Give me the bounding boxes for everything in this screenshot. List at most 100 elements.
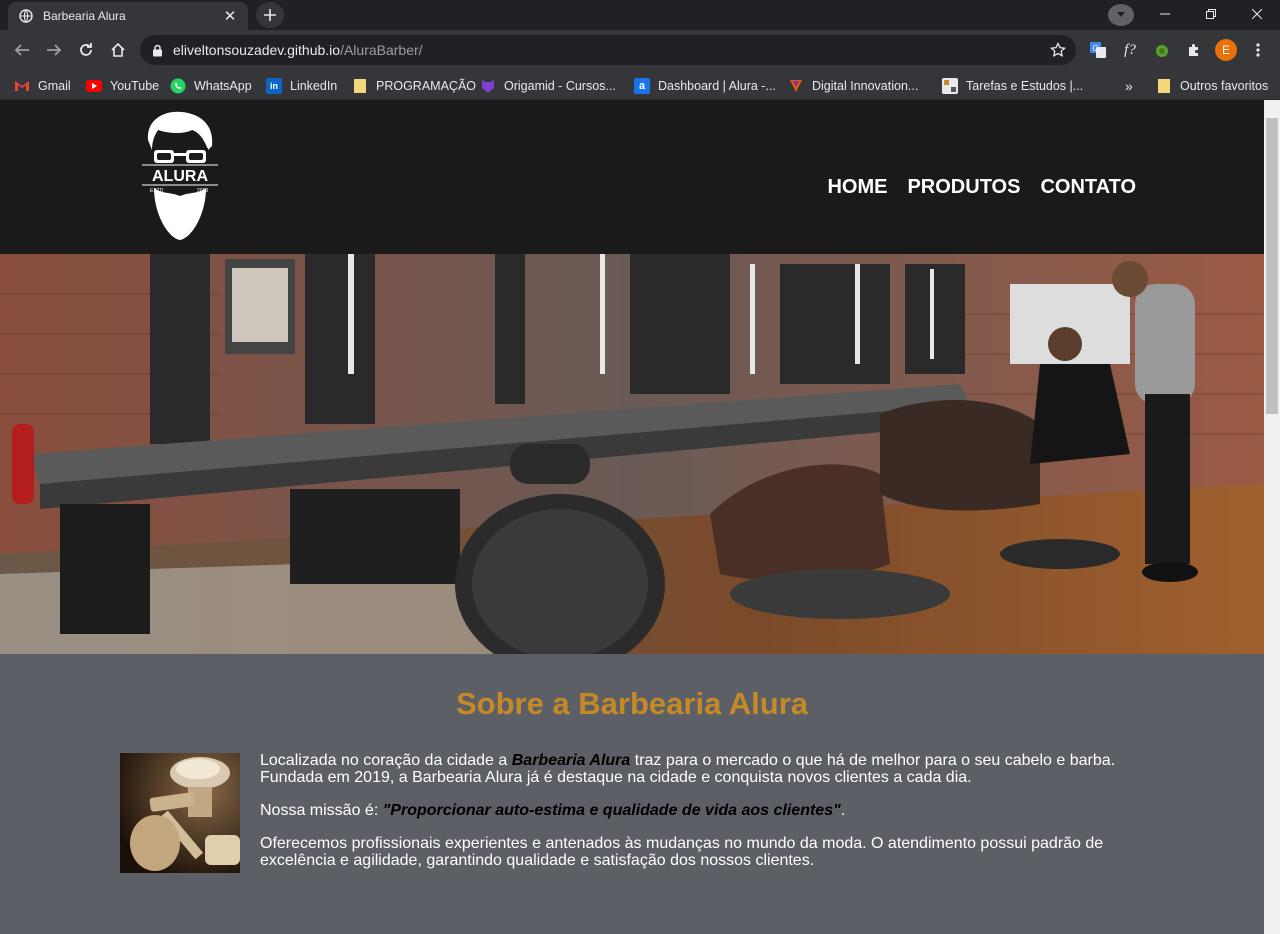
avatar: E: [1215, 39, 1237, 61]
about-heading: Sobre a Barbearia Alura: [455, 686, 809, 721]
minimize-icon: [1160, 13, 1170, 15]
nav-home[interactable]: HOME: [827, 176, 887, 199]
about-paragraph-2: Nossa missão é: "Proporcionar auto-estim…: [260, 802, 1140, 819]
extensions-button[interactable]: [1182, 38, 1206, 62]
nav-contato[interactable]: CONTATO: [1040, 176, 1136, 199]
reload-icon: [80, 43, 92, 56]
home-button[interactable]: [106, 38, 130, 62]
leaf-icon: [1156, 45, 1168, 57]
bookmark-label: Gmail: [38, 79, 71, 93]
about-section: Sobre a Barbearia Alura Localizada no co…: [0, 654, 1264, 934]
bookmark-gmail[interactable]: Gmail: [14, 75, 71, 97]
bookmark-label: WhatsApp: [194, 79, 252, 93]
barber-logo-icon: ESTD 2019 ALURA: [140, 111, 220, 240]
svg-text:G: G: [1093, 44, 1099, 53]
page-scrollbar[interactable]: [1264, 100, 1280, 934]
tab-strip: Barbearia Alura ✕: [0, 0, 1280, 30]
font-extension[interactable]: f?: [1118, 38, 1142, 62]
other-bookmarks-folder[interactable]: Outros favoritos: [1156, 75, 1268, 97]
logo-year: 2019: [197, 188, 208, 194]
dio-icon: [788, 78, 804, 94]
nav-produtos[interactable]: PRODUTOS: [907, 176, 1020, 199]
minimize-button[interactable]: [1142, 0, 1188, 28]
bookmark-label: Origamid - Cursos...: [504, 79, 616, 93]
bookmark-youtube[interactable]: YouTube: [86, 75, 159, 97]
arrow-right-icon: [47, 44, 62, 56]
star-icon: [1050, 42, 1066, 58]
home-icon: [111, 42, 125, 57]
bookmark-origamid[interactable]: Origamid - Cursos...: [480, 75, 616, 97]
barbershop-photo: [0, 254, 1264, 654]
bookmark-whatsapp[interactable]: WhatsApp: [170, 75, 252, 97]
browser-tab[interactable]: Barbearia Alura ✕: [8, 2, 248, 30]
logo-estd: ESTD: [150, 188, 164, 194]
bookmark-programacao[interactable]: PROGRAMAÇÃO: [352, 75, 476, 97]
bookmark-label: Outros favoritos: [1180, 79, 1269, 93]
chevron-down-icon: [1117, 12, 1125, 17]
restore-button[interactable]: [1188, 0, 1234, 28]
browser-menu-button[interactable]: [1246, 38, 1270, 62]
reload-button[interactable]: [74, 38, 98, 62]
globe-icon: [18, 8, 34, 24]
about-paragraph-3: Oferecemos profissionais experientes e a…: [260, 835, 1104, 869]
linkedin-icon: in: [266, 78, 282, 94]
bookmark-label: YouTube: [110, 79, 160, 93]
whatsapp-icon: [170, 78, 186, 94]
hero-banner-image: [0, 254, 1264, 654]
address-bar[interactable]: eliveltonsouzadev.github.io/AluraBarber/: [140, 35, 1076, 65]
more-bookmarks-button[interactable]: »: [1125, 75, 1133, 97]
site-header: ESTD 2019 ALURA HOME PRODUTOS CONTATO: [0, 100, 1264, 254]
new-tab-button[interactable]: [256, 2, 284, 28]
google-translate-extension[interactable]: G: [1086, 38, 1110, 62]
scrollbar-thumb[interactable]: [1266, 118, 1278, 414]
bookmark-tarefas[interactable]: Tarefas e Estudos |...: [942, 75, 1083, 97]
bookmark-label: LinkedIn: [290, 79, 338, 93]
bookmark-label: Dashboard | Alura -...: [658, 79, 776, 93]
kebab-menu-icon: [1256, 43, 1260, 57]
double-chevron-icon: »: [1125, 78, 1133, 94]
shaving-kit-image: [120, 753, 240, 873]
close-window-button[interactable]: [1234, 0, 1280, 28]
back-button[interactable]: [10, 38, 34, 62]
font-f-icon: f?: [1124, 41, 1136, 58]
green-extension[interactable]: [1150, 38, 1174, 62]
restore-icon: [1206, 9, 1216, 19]
page-viewport: ESTD 2019 ALURA HOME PRODUTOS CONTATO So…: [0, 100, 1264, 934]
bookmark-label: Tarefas e Estudos |...: [966, 79, 1084, 93]
folder-icon: [352, 78, 368, 94]
p1-text-start: Localizada no coração da cidade a: [260, 752, 512, 769]
logo-text: ALURA: [152, 168, 208, 185]
p2-text-start: Nossa missão é:: [260, 802, 383, 819]
forward-button[interactable]: [42, 38, 66, 62]
bookmark-star-button[interactable]: [1046, 38, 1070, 62]
p2-text-end: .: [840, 802, 846, 819]
browser-toolbar: eliveltonsouzadev.github.io/AluraBarber/…: [0, 30, 1280, 70]
razor-brush-photo: [120, 753, 240, 873]
p1-emphasis: Barbearia Alura: [511, 752, 631, 769]
bookmarks-bar: Gmail YouTube WhatsApp in LinkedIn PROGR…: [0, 70, 1280, 100]
translate-icon: G: [1090, 42, 1106, 58]
lock-icon: [152, 44, 163, 57]
profile-button[interactable]: E: [1214, 38, 1238, 62]
close-icon: [1252, 9, 1262, 19]
puzzle-icon: [1189, 44, 1198, 56]
main-nav: HOME PRODUTOS CONTATO: [827, 176, 1136, 199]
bookmark-alura-dashboard[interactable]: a Dashboard | Alura -...: [634, 75, 776, 97]
bookmark-dio[interactable]: Digital Innovation...: [788, 75, 918, 97]
mission-quote: "Proporcionar auto-estima e qualidade de…: [382, 802, 841, 819]
youtube-icon: [86, 78, 102, 94]
close-tab-icon[interactable]: ✕: [222, 7, 238, 25]
arrow-left-icon: [14, 44, 29, 56]
plus-icon: [264, 9, 276, 21]
gmail-icon: [14, 78, 30, 94]
url-host: eliveltonsouzadev.github.io: [173, 42, 341, 58]
about-text: Localizada no coração da cidade a Barbea…: [260, 752, 1140, 885]
url-path: /AluraBarber/: [340, 42, 423, 58]
notion-icon: [942, 78, 958, 94]
tab-title: Barbearia Alura: [43, 9, 126, 23]
site-logo[interactable]: ESTD 2019 ALURA: [140, 110, 220, 242]
about-paragraph-1: Localizada no coração da cidade a Barbea…: [260, 752, 1140, 786]
bookmark-linkedin[interactable]: in LinkedIn: [266, 75, 337, 97]
tab-search-button[interactable]: [1108, 4, 1134, 26]
bookmark-label: PROGRAMAÇÃO: [376, 79, 477, 93]
